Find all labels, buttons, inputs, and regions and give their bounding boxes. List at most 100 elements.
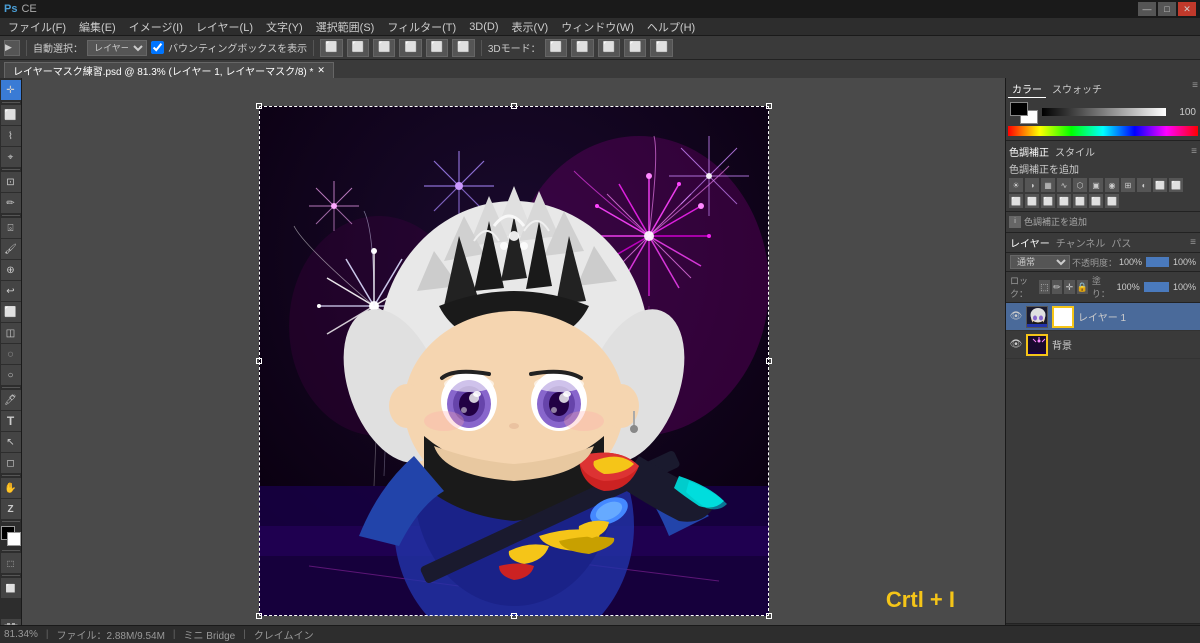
crop-tool[interactable]: ⊡	[1, 172, 21, 192]
3d-rotate-btn[interactable]: ⬜	[545, 39, 567, 57]
menu-3d[interactable]: 3D(D)	[463, 20, 504, 34]
adj-vibrance-icon[interactable]: ▣	[1089, 178, 1103, 192]
gradient-tool[interactable]: ◫	[1, 323, 21, 343]
menu-view[interactable]: 表示(V)	[506, 18, 555, 36]
dodge-tool[interactable]: ○	[1, 365, 21, 385]
menu-filter[interactable]: フィルター(T)	[381, 18, 462, 36]
lasso-tool[interactable]: ⌇	[1, 126, 21, 146]
3d-pan-btn[interactable]: ⬜	[598, 39, 620, 57]
adj-bw-icon[interactable]: ◐	[1137, 178, 1151, 192]
shape-tool[interactable]: ◻	[1, 453, 21, 473]
fg-bg-color-selector[interactable]	[1010, 102, 1038, 124]
3d-scale-btn[interactable]: ⬜	[650, 39, 672, 57]
adj-brightness-icon[interactable]: ☀	[1009, 178, 1023, 192]
lock-all-icon[interactable]: 🔒	[1077, 280, 1088, 294]
adj-mixchan-icon[interactable]: ⬜	[1169, 178, 1183, 192]
hand-tool[interactable]: ✋	[1, 478, 21, 498]
color-tab-swatches[interactable]: スウォッチ	[1048, 80, 1106, 98]
color-spectrum-bar[interactable]	[1008, 126, 1198, 136]
transform-handle-bm[interactable]	[511, 613, 517, 619]
layer-bg-visibility-icon[interactable]: 👁	[1010, 339, 1022, 351]
adj-photof-icon[interactable]: ⬜	[1153, 178, 1167, 192]
layer-1-visibility-icon[interactable]: 👁	[1010, 311, 1022, 323]
auto-select-dropdown[interactable]: レイヤー	[87, 40, 147, 56]
adj-gradmap-icon[interactable]: ⬜	[1073, 194, 1087, 208]
quick-select-tool[interactable]: ⌖	[1, 147, 21, 167]
adj-colorbalance-icon[interactable]: ⊞	[1121, 178, 1135, 192]
show-transform-checkbox[interactable]	[151, 41, 164, 54]
zoom-tool[interactable]: Z	[1, 499, 21, 519]
adj-levels-icon[interactable]: ▦	[1041, 178, 1055, 192]
align-vcenter-btn[interactable]: ⬜	[347, 39, 369, 57]
3d-roll-btn[interactable]: ⬜	[571, 39, 593, 57]
eraser-tool[interactable]: ⬜	[1, 302, 21, 322]
blend-mode-select[interactable]: 通常	[1010, 255, 1070, 269]
layers-tab-layers[interactable]: レイヤー	[1010, 235, 1050, 250]
lock-transparent-icon[interactable]: ⬚	[1039, 280, 1050, 294]
move-tool-options[interactable]: ▶	[4, 40, 20, 56]
brush-tool[interactable]: 🖌	[1, 239, 21, 259]
color-tab-color[interactable]: カラー	[1008, 80, 1046, 98]
color-brightness-bar[interactable]	[1042, 108, 1166, 116]
layer-row-1[interactable]: 👁	[1006, 303, 1200, 331]
menu-edit[interactable]: 編集(E)	[73, 18, 122, 36]
menu-image[interactable]: イメージ(I)	[123, 18, 189, 36]
path-select-tool[interactable]: ↖	[1, 432, 21, 452]
tab-close-icon[interactable]: ✕	[317, 65, 325, 76]
eyedropper-tool[interactable]: ✏	[1, 193, 21, 213]
align-bottom-btn[interactable]: ⬜	[373, 39, 395, 57]
canvas-area[interactable]: Crtl + I	[22, 78, 1005, 643]
adj-invert-icon[interactable]: ⬜	[1025, 194, 1039, 208]
adj-hsl-icon[interactable]: ◉	[1105, 178, 1119, 192]
menu-help[interactable]: ヘルプ(H)	[641, 18, 701, 36]
close-button[interactable]: ✕	[1178, 2, 1196, 16]
layer-row-bg[interactable]: 👁 背景	[1006, 331, 1200, 359]
transform-handle-tm[interactable]	[511, 103, 517, 109]
healing-tool[interactable]: ⌻	[1, 218, 21, 238]
adj-colooklup-icon[interactable]: ⬜	[1009, 194, 1023, 208]
layers-panel-menu-icon[interactable]: ≡	[1190, 237, 1196, 248]
align-top-btn[interactable]: ⬜	[320, 39, 342, 57]
adj-posterize-icon[interactable]: ⬜	[1041, 194, 1055, 208]
adj-extra-icon[interactable]: ⬜	[1105, 194, 1119, 208]
marquee-tool[interactable]: ⬜	[1, 105, 21, 125]
align-hcenter-btn[interactable]: ⬜	[426, 39, 448, 57]
transform-handle-tr[interactable]	[766, 103, 772, 109]
layers-tab-paths[interactable]: パス	[1111, 235, 1131, 250]
screen-mode-btn[interactable]: ⬜	[1, 578, 21, 598]
menu-file[interactable]: ファイル(F)	[2, 18, 72, 36]
lock-position-icon[interactable]: ✛	[1064, 280, 1075, 294]
document-tab[interactable]: レイヤーマスク練習.psd @ 81.3% (レイヤー 1, レイヤーマスク/8…	[4, 62, 334, 78]
quick-mask-btn[interactable]: ⬚	[1, 553, 21, 573]
3d-slide-btn[interactable]: ⬜	[624, 39, 646, 57]
lock-pixels-icon[interactable]: ✏	[1052, 280, 1063, 294]
transform-handle-bl[interactable]	[256, 613, 262, 619]
adj-tab-color[interactable]: 色調補正	[1009, 144, 1049, 159]
history-brush-tool[interactable]: ↩	[1, 281, 21, 301]
blur-tool[interactable]: ◌	[1, 344, 21, 364]
transform-handle-ml[interactable]	[256, 358, 262, 364]
transform-handle-br[interactable]	[766, 613, 772, 619]
adj-tab-style[interactable]: スタイル	[1055, 144, 1095, 159]
adj-selectcolor-icon[interactable]: ⬜	[1089, 194, 1103, 208]
text-tool[interactable]: T	[1, 411, 21, 431]
menu-layer[interactable]: レイヤー(L)	[190, 18, 259, 36]
maximize-button[interactable]: □	[1158, 2, 1176, 16]
pen-tool[interactable]: 🖊	[1, 390, 21, 410]
menu-window[interactable]: ウィンドウ(W)	[555, 18, 640, 36]
clone-tool[interactable]: ⊕	[1, 260, 21, 280]
layers-tab-channels[interactable]: チャンネル	[1056, 235, 1106, 250]
menu-select[interactable]: 選択範囲(S)	[310, 18, 381, 36]
adj-threshold-icon[interactable]: ⬜	[1057, 194, 1071, 208]
align-right-btn[interactable]: ⬜	[452, 39, 474, 57]
transform-handle-mr[interactable]	[766, 358, 772, 364]
foreground-color-swatch[interactable]	[1, 526, 21, 546]
adj-curves-icon[interactable]: ∿	[1057, 178, 1071, 192]
move-tool[interactable]: ✛	[1, 80, 21, 100]
menu-text[interactable]: 文字(Y)	[260, 18, 309, 36]
align-left-btn[interactable]: ⬜	[399, 39, 421, 57]
minimize-button[interactable]: —	[1138, 2, 1156, 16]
transform-handle-tl[interactable]	[256, 103, 262, 109]
color-panel-menu-icon[interactable]: ≡	[1192, 80, 1198, 98]
adj-contrast-icon[interactable]: ◑	[1025, 178, 1039, 192]
